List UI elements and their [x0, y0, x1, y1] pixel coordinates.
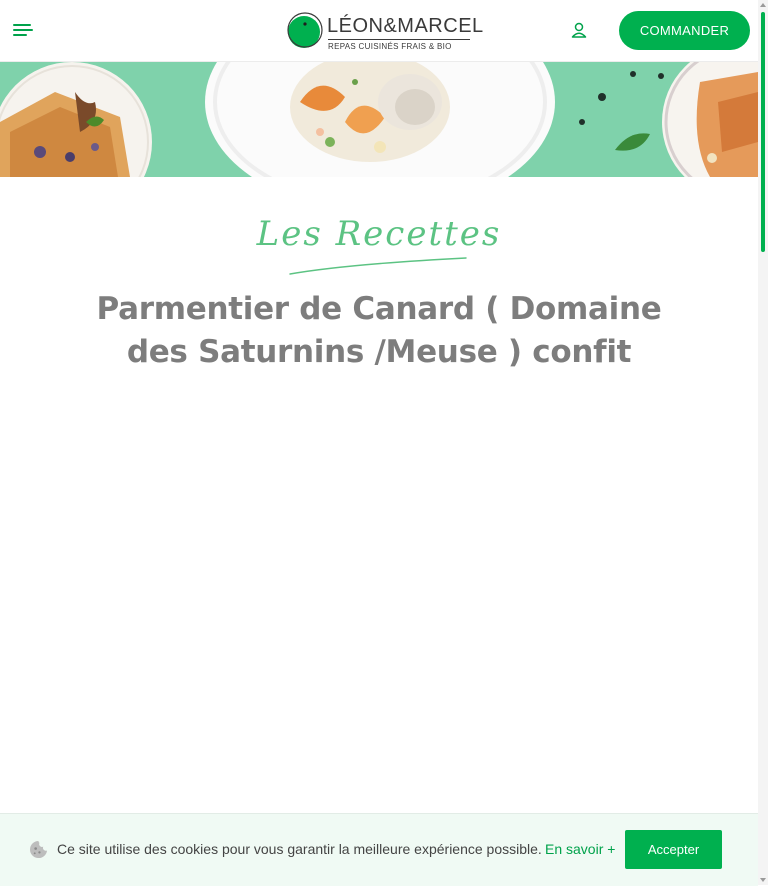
accept-cookies-button[interactable]: Accepter: [625, 830, 722, 869]
page-scrollbar[interactable]: [758, 0, 768, 885]
hamburger-menu-icon[interactable]: [11, 20, 35, 40]
scroll-up-arrow-icon[interactable]: [760, 2, 766, 8]
cookie-icon: [30, 840, 48, 859]
logo-wordmark: LÉON&MARCEL: [327, 15, 484, 37]
hero-banner-image: [0, 62, 758, 177]
scrollbar-thumb[interactable]: [761, 12, 765, 252]
user-icon[interactable]: [569, 20, 589, 40]
logo-tagline: REPAS CUISINÉS FRAIS & BIO: [328, 42, 452, 51]
cookie-message: Ce site utilise des cookies pour vous ga…: [57, 841, 542, 857]
site-header: LÉON&MARCEL REPAS CUISINÉS FRAIS & BIO C…: [0, 0, 758, 62]
script-underline-decoration: [289, 257, 467, 275]
scroll-down-arrow-icon[interactable]: [760, 877, 766, 883]
recipe-title: Parmentier de Canard ( Domaine des Satur…: [96, 291, 662, 370]
order-button[interactable]: COMMANDER: [619, 11, 750, 50]
cookie-consent-bar: Ce site utilise des cookies pour vous ga…: [0, 813, 758, 886]
logo-mark-icon: [287, 12, 323, 48]
section-label: Les Recettes: [256, 214, 502, 254]
learn-more-link[interactable]: En savoir +: [545, 841, 615, 857]
logo-divider: [328, 39, 470, 40]
brand-logo[interactable]: LÉON&MARCEL REPAS CUISINÉS FRAIS & BIO: [285, 11, 483, 53]
